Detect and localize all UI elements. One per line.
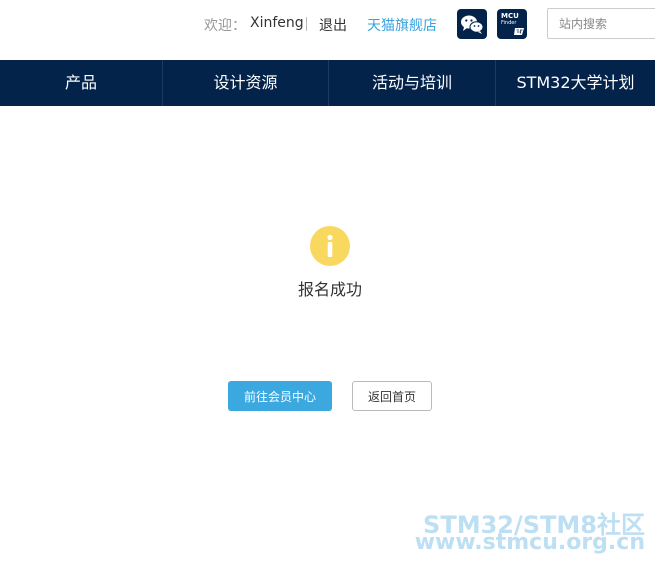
mcu-finder-line2: Finder bbox=[501, 20, 517, 26]
wechat-button[interactable] bbox=[457, 9, 487, 39]
st-logo-icon bbox=[514, 28, 524, 35]
member-center-button[interactable]: 前往会员中心 bbox=[228, 381, 332, 411]
watermark-line2: www.stmcu.org.cn bbox=[414, 530, 645, 555]
main-nav: 产品 设计资源 活动与培训 STM32大学计划 bbox=[0, 60, 655, 106]
username: Xinfeng bbox=[250, 15, 304, 31]
wechat-icon bbox=[461, 15, 484, 34]
welcome-label: 欢迎： bbox=[204, 18, 246, 34]
nav-item-university-program[interactable]: STM32大学计划 bbox=[496, 60, 655, 106]
mcu-finder-button[interactable]: MCU Finder bbox=[497, 9, 527, 39]
nav-item-products[interactable]: 产品 bbox=[0, 60, 162, 106]
tmall-store-link[interactable]: 天猫旗舰店 bbox=[367, 15, 437, 35]
info-icon bbox=[310, 226, 350, 266]
logout-link[interactable]: 退出 bbox=[319, 15, 347, 35]
nav-item-events-training[interactable]: 活动与培训 bbox=[329, 60, 495, 106]
mcu-finder-line1: MCU bbox=[501, 12, 519, 20]
success-message: 报名成功 bbox=[297, 280, 362, 299]
nav-item-design-resources[interactable]: 设计资源 bbox=[163, 60, 328, 106]
divider bbox=[306, 17, 307, 31]
back-home-button[interactable]: 返回首页 bbox=[352, 381, 432, 411]
top-bar: 欢迎： Xinfeng 退出 天猫旗舰店 MCU Finder bbox=[0, 0, 655, 60]
search-input[interactable] bbox=[547, 8, 655, 39]
